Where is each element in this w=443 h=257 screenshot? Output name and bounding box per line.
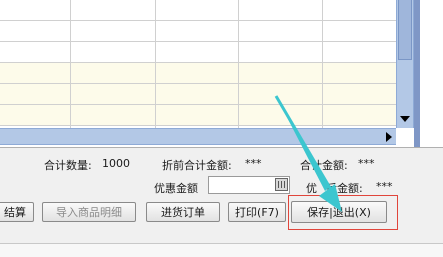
total-quantity-value: 1000 [102, 157, 130, 170]
import-details-button[interactable]: 导入商品明细 [42, 202, 136, 222]
settle-button[interactable]: 结算 [0, 202, 34, 222]
after-discount-label-end: 后金额: [326, 182, 363, 195]
highlight-box [288, 195, 398, 230]
pre-discount-total-value: *** [245, 157, 262, 170]
goods-grid[interactable] [0, 0, 396, 147]
total-quantity-label: 合计数量: [44, 159, 92, 172]
pre-discount-total-label: 折前合计金额: [162, 159, 232, 172]
calculator-icon[interactable] [275, 178, 288, 191]
scrollbar-corner [396, 128, 414, 145]
table-row[interactable] [0, 0, 396, 21]
scroll-down-arrow-icon[interactable] [396, 110, 414, 128]
table-row[interactable] [0, 84, 396, 105]
table-row[interactable] [0, 105, 396, 126]
column-divider [70, 0, 71, 128]
table-row[interactable] [0, 63, 396, 84]
column-divider [155, 0, 156, 128]
after-discount-label-start: 优 [306, 182, 317, 195]
table-row[interactable] [0, 42, 396, 63]
bottom-tab-strip [0, 243, 443, 257]
tab-fragment[interactable] [6, 245, 29, 255]
window-edge [414, 0, 443, 147]
purchase-order-button[interactable]: 进货订单 [146, 202, 220, 222]
table-row[interactable] [0, 21, 396, 42]
column-divider [322, 0, 323, 128]
total-amount-value: *** [358, 157, 375, 170]
discount-amount-label: 优惠金额 [154, 182, 198, 195]
print-button[interactable]: 打印(F7) [228, 202, 286, 222]
after-discount-value: *** [376, 180, 393, 193]
horizontal-scrollbar[interactable] [0, 128, 396, 145]
total-amount-label: 合计金额: [300, 159, 348, 172]
column-divider [238, 0, 239, 128]
scroll-right-arrow-icon[interactable] [382, 128, 396, 145]
vertical-scroll-thumb[interactable] [398, 0, 412, 60]
